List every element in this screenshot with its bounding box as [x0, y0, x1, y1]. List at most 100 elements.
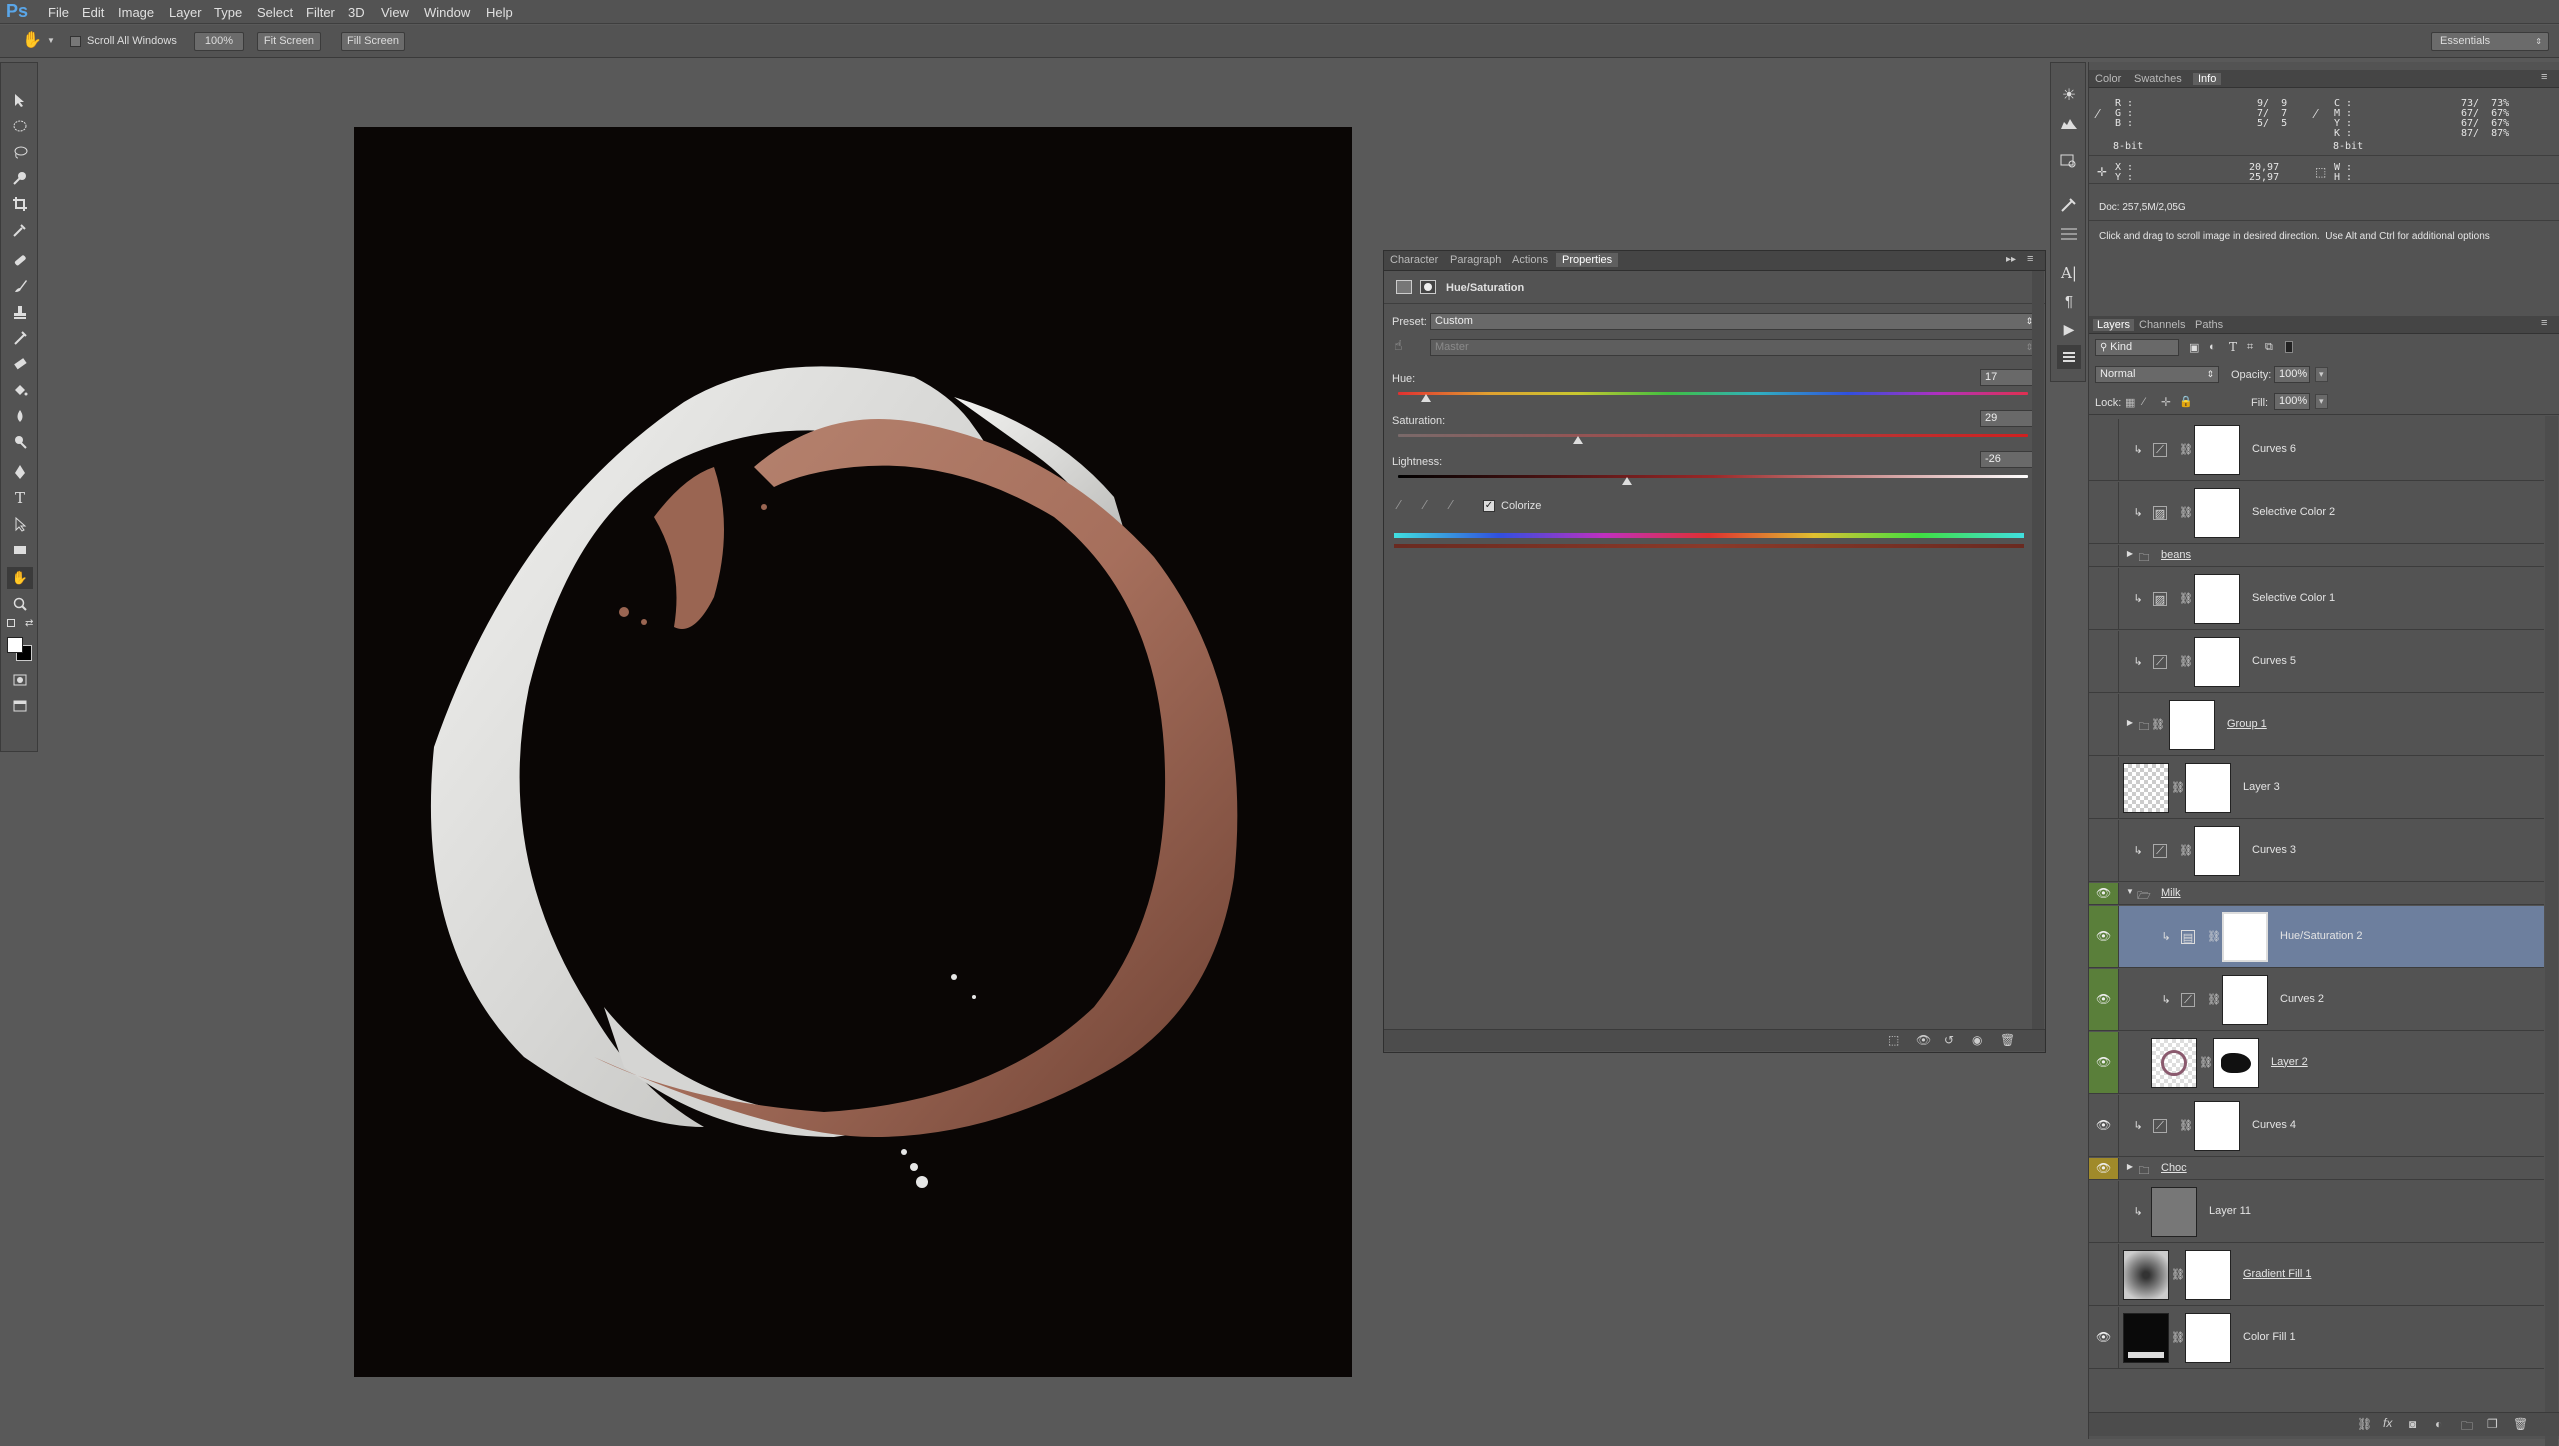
reset-icon[interactable]: ↺: [1944, 1033, 1954, 1047]
default-colors-icon[interactable]: [7, 619, 15, 627]
tab-swatches[interactable]: Swatches: [2134, 73, 2182, 85]
saturation-slider-thumb[interactable]: [1573, 436, 1583, 444]
layer-thumbnail[interactable]: [2151, 1187, 2197, 1237]
link-icon[interactable]: ⛓: [2179, 844, 2193, 858]
color-fill-thumbnail[interactable]: [2123, 1313, 2169, 1363]
eraser-tool-icon[interactable]: [7, 353, 33, 375]
lightness-slider-thumb[interactable]: [1622, 477, 1632, 485]
brushes-icon[interactable]: [2057, 193, 2081, 217]
link-icon[interactable]: ⛓: [2179, 592, 2193, 606]
expand-triangle-icon[interactable]: ▶: [2123, 549, 2137, 563]
filter-smart-icon[interactable]: ⧉: [2265, 341, 2273, 354]
filter-shape-icon[interactable]: ⌗: [2247, 341, 2253, 354]
menu-filter[interactable]: Filter: [306, 5, 335, 20]
layer-row[interactable]: ↳ ⟋ ⛓ Curves 3: [2089, 820, 2544, 882]
eyedropper-minus-icon[interactable]: ⁄: [1450, 497, 1452, 512]
hue-input[interactable]: 17: [1980, 369, 2038, 386]
filter-pixel-icon[interactable]: ▣: [2189, 341, 2199, 354]
layer-mask-thumbnail[interactable]: [2185, 1313, 2231, 1363]
visibility-toggle[interactable]: [2089, 883, 2119, 904]
visibility-toggle[interactable]: [2089, 631, 2119, 692]
menu-image[interactable]: Image: [118, 5, 154, 20]
layer-name[interactable]: Milk: [2161, 887, 2181, 899]
hand-tool-icon[interactable]: ✋: [7, 567, 33, 589]
tab-info[interactable]: Info: [2193, 73, 2222, 85]
layer-group-row[interactable]: ▶ 🗀 beans: [2089, 545, 2544, 567]
swap-colors-icon[interactable]: ⇄: [25, 618, 33, 629]
adjustment-layer-icon[interactable]: ◐: [2435, 1417, 2442, 1431]
properties-scrollbar[interactable]: [2032, 271, 2044, 1041]
menu-layer[interactable]: Layer: [169, 5, 202, 20]
layer-group-row[interactable]: ▶ 🗀 Choc: [2089, 1158, 2544, 1180]
layer-name[interactable]: Curves 4: [2252, 1119, 2296, 1131]
fx-icon[interactable]: fx: [2383, 1416, 2392, 1430]
link-icon[interactable]: ⛓: [2207, 993, 2221, 1007]
path-select-tool-icon[interactable]: [7, 513, 33, 535]
lock-position-icon[interactable]: ✛: [2161, 395, 2171, 409]
crop-tool-icon[interactable]: [7, 193, 33, 215]
clone-stamp-tool-icon[interactable]: [7, 301, 33, 323]
scroll-all-windows-checkbox[interactable]: [70, 36, 81, 47]
fit-screen-button[interactable]: Fit Screen: [257, 32, 321, 51]
preset-select[interactable]: Custom ⇕: [1430, 313, 2038, 330]
link-icon[interactable]: ⛓: [2171, 1268, 2185, 1282]
saturation-slider-track[interactable]: [1398, 434, 2028, 437]
visibility-toggle[interactable]: [2089, 694, 2119, 755]
move-tool-icon[interactable]: [7, 89, 33, 111]
layer-mask-thumbnail[interactable]: [2213, 1038, 2259, 1088]
navigator-icon[interactable]: [2057, 149, 2081, 173]
saturation-input[interactable]: 29: [1980, 410, 2038, 427]
visibility-toggle[interactable]: [2089, 969, 2119, 1030]
healing-brush-tool-icon[interactable]: [7, 249, 33, 271]
character-icon[interactable]: A|: [2057, 261, 2081, 285]
tab-layers[interactable]: Layers: [2093, 319, 2135, 331]
layer-row[interactable]: ↳ ⟋ ⛓ Curves 2: [2089, 969, 2544, 1031]
layer-name[interactable]: Layer 2: [2271, 1056, 2308, 1068]
new-layer-icon[interactable]: ❐: [2487, 1417, 2498, 1431]
link-icon[interactable]: ⛓: [2171, 781, 2185, 795]
menu-edit[interactable]: Edit: [82, 5, 104, 20]
blur-tool-icon[interactable]: [7, 405, 33, 427]
hand-tool-icon[interactable]: ✋: [22, 30, 42, 50]
layer-group-row[interactable]: ▼ 🗁 Milk: [2089, 883, 2544, 905]
layer-name[interactable]: Curves 2: [2280, 993, 2324, 1005]
zoom-tool-icon[interactable]: [7, 593, 33, 615]
layer-name[interactable]: Gradient Fill 1: [2243, 1268, 2311, 1280]
layer-name[interactable]: Layer 3: [2243, 781, 2280, 793]
colorize-checkbox[interactable]: ✓: [1483, 500, 1495, 512]
screen-mode-icon[interactable]: [7, 695, 33, 717]
chevron-down-icon[interactable]: ▾: [2315, 367, 2328, 382]
properties-icon[interactable]: [2057, 345, 2081, 369]
blend-mode-select[interactable]: Normal ⇕: [2095, 366, 2219, 383]
pen-tool-icon[interactable]: [7, 461, 33, 483]
hue-slider-track[interactable]: [1398, 392, 2028, 395]
link-icon[interactable]: ⛓: [2179, 655, 2193, 669]
menu-select[interactable]: Select: [257, 5, 293, 20]
layer-row[interactable]: ↳ ▨ ⛓ Selective Color 2: [2089, 482, 2544, 544]
layer-row[interactable]: ⛓ Color Fill 1: [2089, 1307, 2544, 1369]
tab-paths[interactable]: Paths: [2195, 319, 2223, 331]
link-icon[interactable]: ⛓: [2179, 1119, 2193, 1133]
expand-triangle-icon[interactable]: ▶: [2123, 718, 2137, 732]
layer-row[interactable]: ↳ Layer 11: [2089, 1181, 2544, 1243]
new-group-icon[interactable]: 🗀: [2461, 1417, 2473, 1438]
fill-input[interactable]: 100%: [2274, 393, 2310, 410]
document-canvas[interactable]: [354, 127, 1352, 1377]
paragraph-icon[interactable]: ¶: [2057, 289, 2081, 313]
trash-icon[interactable]: 🗑: [2000, 1033, 2015, 1047]
lasso-tool-icon[interactable]: [7, 141, 33, 163]
layer-row[interactable]: ⛓ Layer 3: [2089, 757, 2544, 819]
visibility-toggle[interactable]: [2089, 1244, 2119, 1305]
layer-name[interactable]: Layer 11: [2209, 1205, 2251, 1217]
dodge-tool-icon[interactable]: [7, 431, 33, 453]
tab-color[interactable]: Color: [2095, 73, 2121, 85]
layer-thumbnail[interactable]: [2151, 1038, 2197, 1088]
rectangle-tool-icon[interactable]: [7, 539, 33, 561]
type-tool-icon[interactable]: T: [7, 487, 33, 509]
brush-presets-icon[interactable]: [2057, 221, 2081, 245]
layers-scrollbar[interactable]: [2545, 416, 2558, 1446]
layer-mask-thumbnail[interactable]: [2194, 826, 2240, 876]
hue-slider-thumb[interactable]: [1421, 394, 1431, 402]
lightness-input[interactable]: -26: [1980, 451, 2038, 468]
tab-properties[interactable]: Properties: [1556, 253, 1619, 267]
